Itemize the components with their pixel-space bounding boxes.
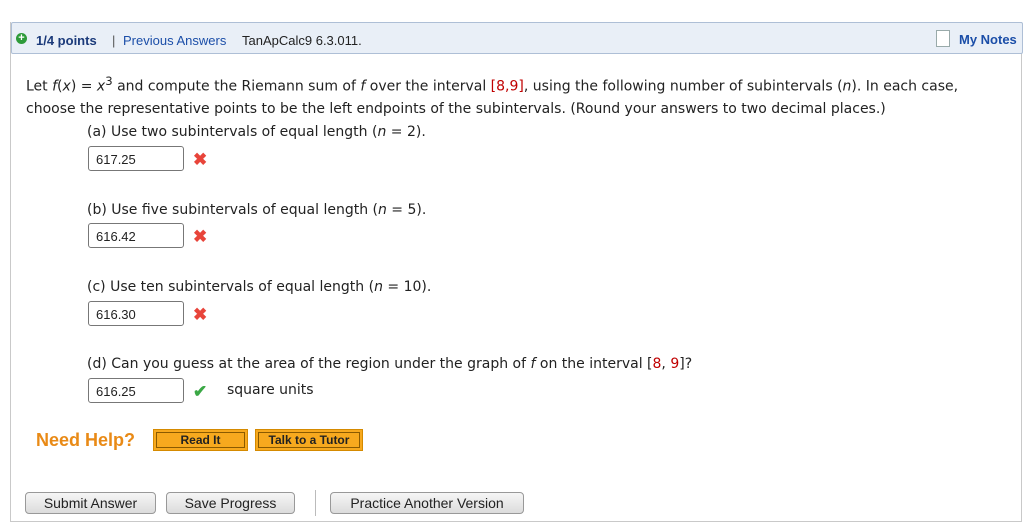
units-label: square units (227, 382, 314, 398)
part-a-question: (a) Use two subintervals of equal length… (87, 124, 426, 140)
incorrect-x-icon: ✖ (193, 227, 208, 246)
part-d-answer-input[interactable]: 616.25 (88, 378, 184, 403)
incorrect-x-icon: ✖ (193, 305, 208, 324)
part-d-question: (d) Can you guess at the area of the reg… (87, 356, 693, 372)
button-divider (315, 490, 316, 516)
previous-answers-link[interactable]: Previous Answers (123, 33, 226, 48)
my-notes-label: My Notes (959, 32, 1017, 47)
part-c-answer-input[interactable]: 616.30 (88, 301, 184, 326)
part-a-answer-input[interactable]: 617.25 (88, 146, 184, 171)
problem-id: TanApCalc9 6.3.011. (242, 33, 362, 48)
save-progress-button[interactable]: Save Progress (166, 492, 295, 514)
header-separator: | (112, 33, 116, 48)
part-c-question: (c) Use ten subintervals of equal length… (87, 279, 432, 295)
expand-plus-icon[interactable]: + (16, 33, 27, 44)
part-b-answer-input[interactable]: 616.42 (88, 223, 184, 248)
points-label: 1/4 points (36, 33, 97, 48)
question-header: + 1/4 points | Previous Answers TanApCal… (11, 22, 1023, 54)
question-text: Let f(x) = x3 and compute the Riemann su… (26, 74, 959, 117)
practice-another-version-button[interactable]: Practice Another Version (330, 492, 524, 514)
interval-highlight: [8,9] (490, 78, 524, 95)
correct-check-icon: ✔ (193, 382, 208, 401)
incorrect-x-icon: ✖ (193, 150, 208, 169)
talk-to-tutor-button[interactable]: Talk to a Tutor (255, 429, 363, 451)
note-icon (936, 30, 950, 47)
read-it-button[interactable]: Read It (153, 429, 248, 451)
part-b-question: (b) Use five subintervals of equal lengt… (87, 202, 427, 218)
submit-answer-button[interactable]: Submit Answer (25, 492, 156, 514)
need-help-label: Need Help? (36, 430, 136, 450)
